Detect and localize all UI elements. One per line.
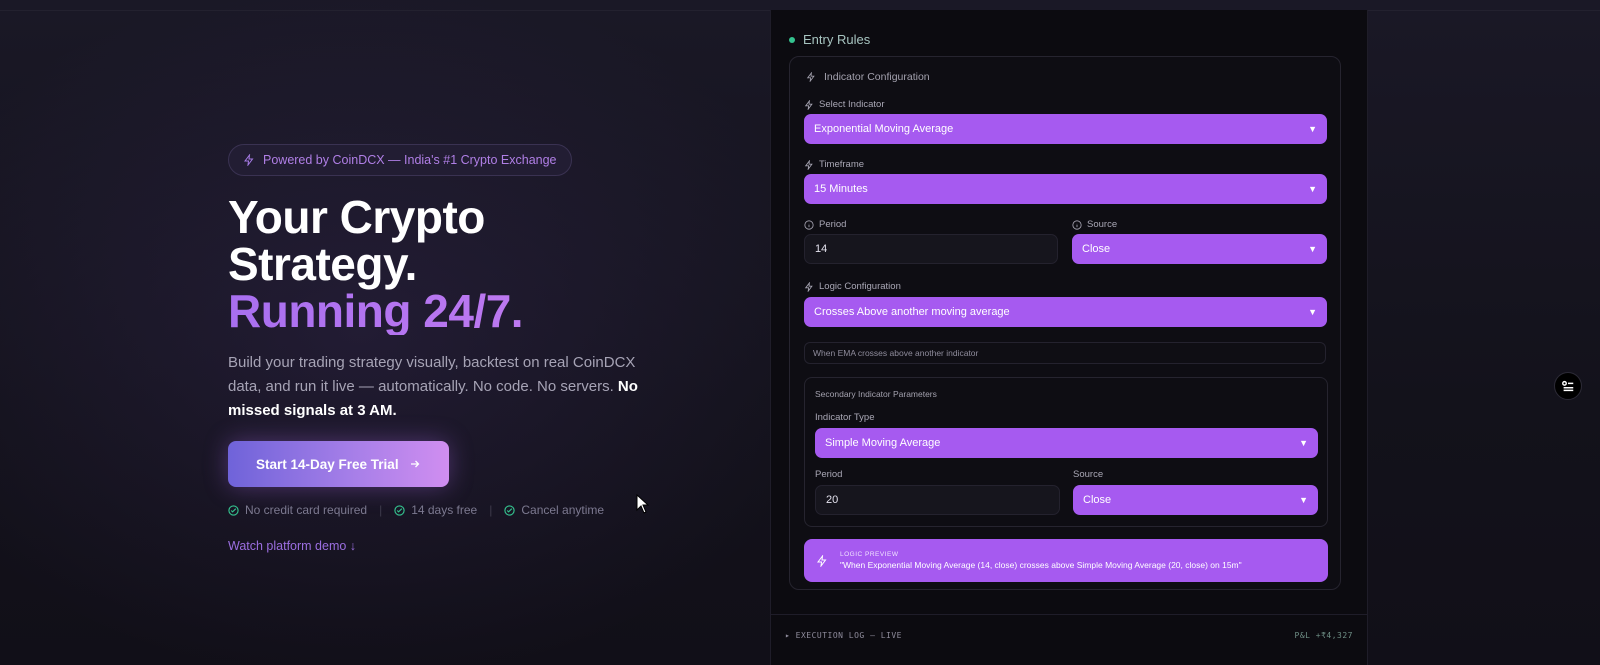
label-text: Source	[1087, 219, 1118, 230]
title-accent: Running 24/7.	[228, 288, 688, 335]
chevron-down-icon: ▼	[1308, 244, 1317, 254]
settings-list-icon	[1562, 380, 1574, 392]
lightning-icon	[804, 281, 813, 292]
logic-dropdown[interactable]: Crosses Above another moving average ▼	[804, 297, 1327, 327]
arrow-right-icon	[410, 460, 419, 468]
label-text: Period	[815, 469, 843, 480]
lightning-icon	[817, 554, 827, 567]
card-header: Indicator Configuration	[806, 71, 930, 83]
chevron-down-icon: ▼	[1308, 124, 1317, 134]
watch-demo-link[interactable]: Watch platform demo ↓	[228, 539, 356, 553]
lightning-icon	[806, 72, 815, 82]
period-input[interactable]: 14	[804, 234, 1058, 264]
info-icon	[1072, 219, 1082, 230]
hero-description: Build your trading strategy visually, ba…	[228, 351, 668, 423]
panel-title-text: Entry Rules	[803, 32, 871, 47]
check-circle-icon	[394, 504, 405, 516]
lightning-icon	[244, 154, 254, 166]
hero-title: Your Crypto Strategy. Running 24/7.	[228, 194, 688, 335]
start-trial-button[interactable]: Start 14-Day Free Trial	[228, 441, 449, 487]
preview-heading: LOGIC PREVIEW	[840, 551, 899, 558]
source-label: Source	[1072, 219, 1117, 230]
live-status-dot	[789, 36, 795, 43]
pnl-value: P&L +₹4,327	[1294, 631, 1353, 640]
secondary-title: Secondary Indicator Parameters	[815, 389, 937, 399]
powered-by-badge: Powered by CoinDCX — India's #1 Crypto E…	[228, 144, 572, 176]
perk-item: No credit card required	[228, 503, 367, 517]
perk-item: Cancel anytime	[504, 503, 604, 517]
panel-title: Entry Rules	[789, 32, 870, 47]
secondary-period-input[interactable]: 20	[815, 485, 1060, 515]
chevron-down-icon: ▼	[1299, 495, 1308, 505]
indicator-config-card: Indicator Configuration Select Indicator…	[789, 56, 1341, 590]
lightning-icon	[804, 159, 813, 170]
indicator-type-label: Indicator Type	[815, 412, 875, 423]
dropdown-value: Crosses Above another moving average	[814, 306, 1010, 318]
source-dropdown[interactable]: Close ▼	[1072, 234, 1327, 264]
dropdown-value: Close	[1082, 243, 1111, 255]
chevron-down-icon: ▼	[1308, 184, 1317, 194]
check-circle-icon	[504, 504, 516, 516]
label-text: Source	[1073, 469, 1104, 480]
preview-content: LOGIC PREVIEW "When Exponential Moving A…	[840, 551, 1242, 570]
title-line-2: Strategy.	[228, 238, 417, 290]
mouse-cursor-icon	[636, 494, 650, 514]
perks-list: No credit card required | 14 days free |…	[228, 503, 688, 517]
perk-label: 14 days free	[411, 503, 478, 517]
dropdown-value: Exponential Moving Average	[814, 123, 954, 135]
chevron-down-icon: ▼	[1308, 307, 1317, 317]
timeframe-label: Timeframe	[804, 159, 864, 170]
execution-log-label: ▸ EXECUTION LOG — LIVE	[785, 631, 902, 640]
perk-separator: |	[489, 503, 493, 517]
perk-label: Cancel anytime	[521, 503, 605, 517]
logic-config-label: Logic Configuration	[804, 281, 901, 292]
card-title: Indicator Configuration	[824, 71, 930, 83]
check-circle-icon	[228, 504, 239, 516]
secondary-period-label: Period	[815, 469, 842, 480]
start-trial-label: Start 14-Day Free Trial	[256, 456, 399, 472]
secondary-source-label: Source	[1073, 469, 1103, 480]
chevron-down-icon: ▼	[1299, 438, 1308, 448]
select-indicator-label: Select Indicator	[804, 99, 884, 110]
select-indicator-dropdown[interactable]: Exponential Moving Average ▼	[804, 114, 1327, 144]
label-text: Indicator Type	[815, 412, 875, 423]
secondary-indicator-box: Secondary Indicator Parameters Indicator…	[804, 377, 1328, 527]
indicator-type-dropdown[interactable]: Simple Moving Average ▼	[815, 428, 1318, 458]
hero-section: Powered by CoinDCX — India's #1 Crypto E…	[228, 144, 688, 555]
perk-label: No credit card required	[245, 503, 368, 517]
label-text: Timeframe	[819, 159, 865, 170]
badge-text: Powered by CoinDCX — India's #1 Crypto E…	[263, 153, 557, 167]
secondary-source-dropdown[interactable]: Close ▼	[1073, 485, 1318, 515]
perk-separator: |	[379, 503, 383, 517]
info-icon	[804, 219, 814, 230]
label-text: Select Indicator	[819, 99, 885, 110]
title-line-1: Your Crypto	[228, 191, 485, 243]
label-text: Period	[819, 219, 847, 230]
preview-text: "When Exponential Moving Average (14, cl…	[840, 560, 1242, 570]
timeframe-dropdown[interactable]: 15 Minutes ▼	[804, 174, 1327, 204]
description-text: Build your trading strategy visually, ba…	[228, 354, 636, 395]
perk-item: 14 days free	[394, 503, 477, 517]
settings-fab[interactable]	[1554, 372, 1582, 400]
lightning-icon	[804, 99, 813, 110]
dropdown-value: 15 Minutes	[814, 183, 868, 195]
execution-log-bar[interactable]: ▸ EXECUTION LOG — LIVE P&L +₹4,327	[771, 614, 1367, 656]
dropdown-value: Simple Moving Average	[825, 437, 941, 449]
logic-hint: When EMA crosses above another indicator	[804, 342, 1326, 364]
period-label: Period	[804, 219, 846, 230]
strategy-builder-panel: Entry Rules Indicator Configuration Sele…	[770, 10, 1368, 665]
logic-preview: LOGIC PREVIEW "When Exponential Moving A…	[804, 539, 1328, 582]
dropdown-value: Close	[1083, 494, 1112, 506]
label-text: Logic Configuration	[819, 281, 901, 292]
